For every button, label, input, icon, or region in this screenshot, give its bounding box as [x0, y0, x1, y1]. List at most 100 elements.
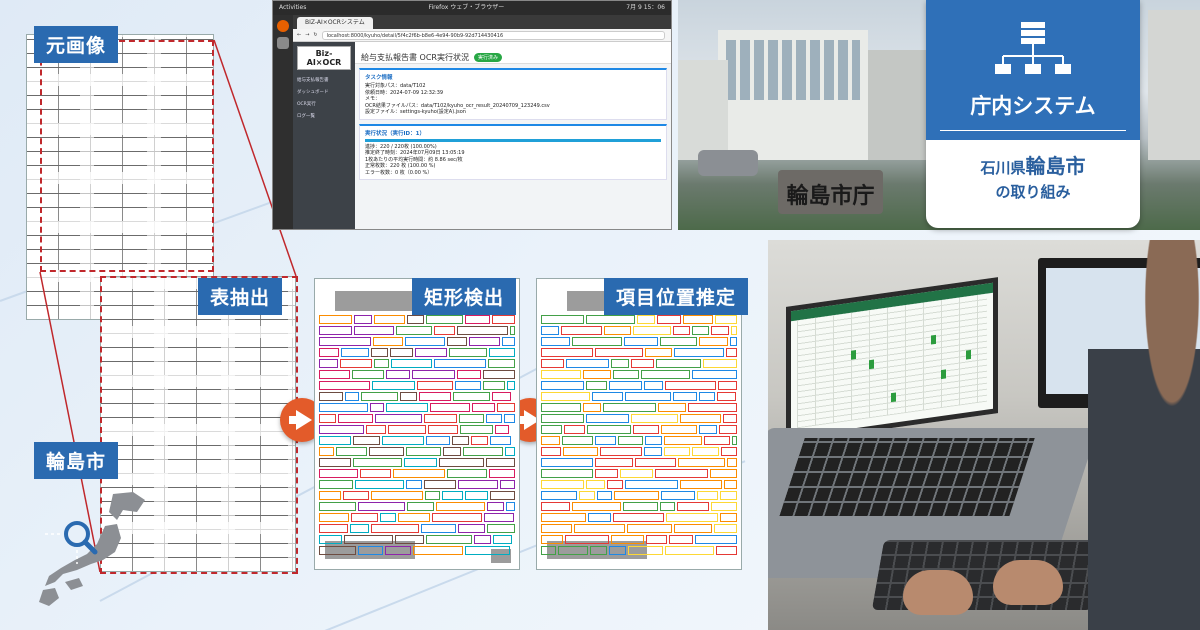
sidebar-item-logs[interactable]: ログ一覧	[293, 110, 355, 122]
sidebar-item-kyuho[interactable]: 給与支払報告書	[293, 74, 355, 86]
detected-rectangle	[563, 447, 598, 456]
detected-rectangle	[595, 436, 616, 445]
detected-rectangle	[623, 502, 658, 511]
detected-rectangle	[600, 447, 642, 456]
detected-rectangle	[586, 315, 635, 324]
building	[868, 50, 928, 160]
app-brand-logo: Biz-AI×OCR	[297, 46, 351, 70]
sidebar-item-ocr-run[interactable]: OCR実行	[293, 98, 355, 110]
detected-rectangle	[506, 502, 515, 511]
detected-rectangle	[492, 392, 511, 401]
detected-rectangle	[613, 370, 639, 379]
detected-rectangle	[351, 513, 378, 522]
browser-tab[interactable]: BIZ-AI×OCRシステム	[297, 17, 373, 29]
detected-rectangle	[561, 326, 602, 335]
detected-rectangle	[396, 326, 432, 335]
detected-rectangle	[641, 370, 690, 379]
detected-rectangle	[645, 436, 662, 445]
detected-rectangle	[603, 403, 656, 412]
detected-rectangle	[588, 513, 611, 522]
progress-bar	[365, 138, 661, 142]
detected-rectangle	[644, 447, 662, 456]
status-badge: 実行済み	[473, 53, 502, 62]
url-input[interactable]: localhost:8000/kyuho/detail/5f4c2f6b-b8e…	[321, 30, 665, 40]
detected-rectangle	[493, 535, 512, 544]
detected-rectangle	[633, 425, 659, 434]
detected-rectangle	[463, 447, 503, 456]
detected-rectangle	[404, 458, 437, 467]
detected-rectangle	[483, 381, 505, 390]
detected-rectangle	[720, 491, 737, 500]
detected-rectangle	[352, 370, 384, 379]
browser-tab-bar: BIZ-AI×OCRシステム	[273, 15, 671, 29]
detected-rectangle	[442, 491, 463, 500]
detected-rectangle	[541, 326, 559, 335]
detected-rectangle	[471, 436, 488, 445]
detected-rectangle	[502, 337, 515, 346]
detected-rectangle	[565, 535, 609, 544]
detected-rectangle	[355, 480, 404, 489]
detected-rectangle	[665, 546, 714, 555]
detected-rectangle	[487, 502, 504, 511]
prefecture-text: 石川県	[980, 159, 1026, 177]
detected-rectangle	[597, 491, 612, 500]
detected-rectangle	[731, 326, 737, 335]
detected-rectangle	[340, 359, 372, 368]
detected-rectangle	[620, 469, 653, 478]
detected-rectangle	[587, 425, 631, 434]
detected-rectangle	[541, 392, 590, 401]
detected-rectangle	[319, 359, 338, 368]
detected-rectangle	[360, 469, 391, 478]
detected-rectangle	[319, 546, 356, 555]
detected-rectangle	[486, 458, 515, 467]
reload-icon[interactable]: ↻	[313, 32, 317, 38]
detected-rectangle	[732, 436, 737, 445]
back-icon[interactable]: ←	[297, 32, 301, 38]
detected-rectangle	[644, 381, 663, 390]
detected-rectangle	[366, 425, 386, 434]
detected-rectangle	[564, 425, 585, 434]
detected-rectangle	[358, 502, 405, 511]
detected-rectangle	[386, 370, 410, 379]
detected-rectangle	[574, 524, 625, 533]
detected-rectangle	[510, 326, 515, 335]
detected-rectangle	[319, 370, 350, 379]
detected-rectangle	[541, 359, 564, 368]
sidebar-item-dashboard[interactable]: ダッシュボード	[293, 86, 355, 98]
detected-rectangle	[391, 359, 432, 368]
firefox-icon[interactable]	[277, 20, 289, 32]
detected-rectangle	[633, 326, 671, 335]
detected-rectangle	[417, 381, 453, 390]
detected-rectangle	[390, 348, 413, 357]
detected-rectangle	[319, 535, 342, 544]
detected-rectangle	[711, 502, 737, 511]
detected-rectangle	[579, 491, 595, 500]
detected-rectangle	[611, 359, 629, 368]
detected-rectangle	[497, 403, 515, 412]
system-card-body: 石川県輪島市 の取り組み	[926, 140, 1140, 204]
task-info-card: タスク情報 実行対象パス：data/T102 依頼日時：2024-07-09 1…	[359, 68, 667, 120]
os-activities[interactable]: Activities	[279, 1, 306, 15]
detected-rectangle	[319, 480, 353, 489]
redacted-block	[335, 291, 415, 311]
detected-rectangle	[572, 337, 622, 346]
system-card-line1: 石川県輪島市	[926, 154, 1140, 180]
detected-rectangle	[419, 392, 451, 401]
detected-rectangle	[717, 392, 736, 401]
detected-rectangle	[319, 315, 352, 324]
detected-rectangle	[718, 381, 737, 390]
detected-rectangle	[412, 370, 455, 379]
detected-rectangle	[447, 337, 467, 346]
detected-rectangle	[370, 403, 384, 412]
city-hall-sign: 輪島市庁	[778, 170, 883, 214]
detected-rectangle	[541, 447, 561, 456]
detected-rectangle	[432, 513, 482, 522]
detected-rectangle	[500, 480, 515, 489]
detected-rectangle	[488, 359, 515, 368]
files-icon[interactable]	[277, 37, 289, 49]
forward-icon[interactable]: →	[305, 32, 309, 38]
detected-rectangle	[661, 425, 697, 434]
detected-rectangle	[680, 480, 722, 489]
detected-rectangle	[595, 469, 618, 478]
detected-rectangle	[724, 480, 737, 489]
